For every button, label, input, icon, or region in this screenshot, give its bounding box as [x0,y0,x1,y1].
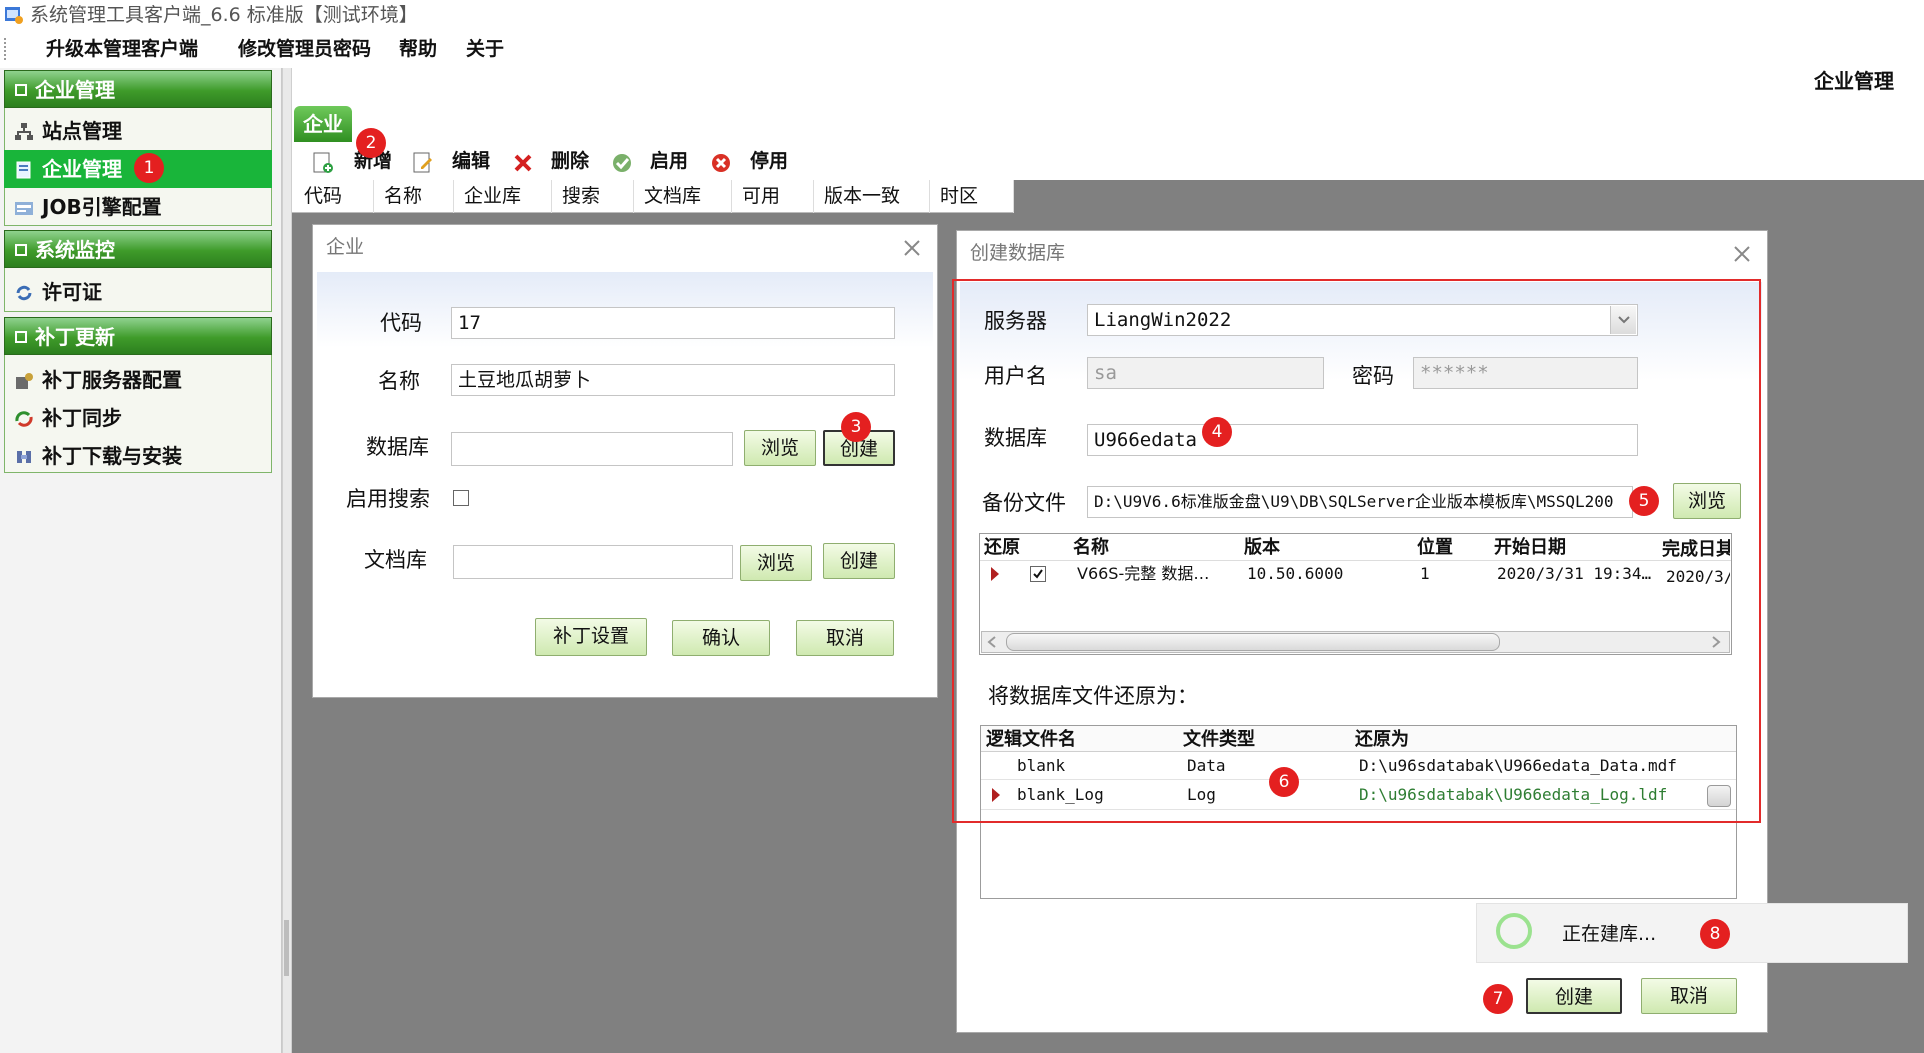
progress-toast [1476,903,1908,963]
sidebar-item-label: 站点管理 [42,119,122,143]
collapse-icon [15,244,27,256]
enterprise-icon [16,161,31,179]
sidebar-group-patch-update[interactable]: 补丁更新 [4,317,272,355]
sidebar-splitter[interactable] [282,68,292,1053]
sidebar-item-patch-download-install[interactable]: 补丁下载与安装 [4,437,272,475]
database-browse-button[interactable]: 浏览 [744,430,816,466]
annotation-badge: 5 [1629,486,1659,516]
toolbar-enable-button[interactable]: 启用 [650,148,688,174]
enterprise-dialog-title: 企业 [326,236,365,258]
doc-library-create-button[interactable]: 创建 [823,543,895,579]
sitemap-icon [15,123,33,140]
doc-library-label: 文档库 [364,548,427,572]
patch-server-icon [16,373,33,389]
app-icon [5,7,23,24]
sidebar-item-patch-sync[interactable]: 补丁同步 [4,399,272,437]
license-icon [16,285,32,301]
sidebar-group-monitoring[interactable]: 系统监控 [4,230,272,268]
collapse-icon [15,331,27,343]
annotation-badge: 4 [1202,417,1232,447]
spinner-icon [1496,913,1532,949]
progress-text: 正在建库... [1562,923,1657,945]
menu-change-admin-password[interactable]: 修改管理员密码 [238,36,371,62]
name-input[interactable]: 土豆地瓜胡萝卜 [451,364,895,396]
sidebar-item-label: 补丁服务器配置 [42,368,182,392]
sidebar-item-label: 补丁同步 [42,406,122,430]
sidebar-item-label: 企业管理 [42,157,122,181]
edit-icon[interactable] [412,150,434,174]
confirm-button[interactable]: 确认 [672,620,770,656]
window-title: 系统管理工具客户端_6.6 标准版【测试环境】 [30,4,418,26]
doc-library-input[interactable] [453,545,733,579]
patch-sync-icon [15,411,33,427]
column-name[interactable]: 名称 [374,180,454,213]
page-title: 企业管理 [1814,69,1894,93]
doc-library-browse-button[interactable]: 浏览 [740,545,812,581]
menu-upgrade-client[interactable]: 升级本管理客户端 [46,36,198,62]
menu-bar: 升级本管理客户端 修改管理员密码 帮助 关于 [0,32,1924,68]
patch-settings-button[interactable]: 补丁设置 [535,618,647,656]
sidebar-group-enterprise[interactable]: 企业管理 [4,70,272,108]
column-doc-library[interactable]: 文档库 [634,180,732,213]
window-title-bar: 系统管理工具客户端_6.6 标准版【测试环境】 [0,0,1924,30]
column-enterprise-db[interactable]: 企业库 [454,180,552,213]
patch-download-icon [17,451,31,463]
annotation-badge: 6 [1269,767,1299,797]
splitter-grip[interactable] [284,920,289,976]
cancel-button[interactable]: 取消 [796,620,894,656]
add-icon[interactable] [312,150,334,174]
column-available[interactable]: 可用 [732,180,814,213]
annotation-badge: 8 [1700,919,1730,949]
sidebar-item-label: 补丁下载与安装 [42,444,182,468]
annotation-badge: 3 [841,412,871,442]
toolbar-edit-button[interactable]: 编辑 [452,148,490,174]
toolbar-disable-button[interactable]: 停用 [750,148,788,174]
disable-icon[interactable] [710,150,732,174]
menu-about[interactable]: 关于 [466,36,504,62]
column-timezone[interactable]: 时区 [930,180,1014,213]
code-input[interactable]: 17 [451,307,895,339]
database-input[interactable] [451,432,733,466]
sidebar-item-patch-server-config[interactable]: 补丁服务器配置 [4,361,272,399]
highlight-box [952,279,1761,823]
collapse-icon [15,84,27,96]
sidebar-item-label: 许可证 [42,280,102,304]
toolbar-delete-button[interactable]: 删除 [551,148,589,174]
close-icon[interactable] [1732,244,1752,264]
menu-grip [4,38,6,60]
sidebar-group-title: 企业管理 [35,78,115,102]
create-database-button[interactable]: 创建 [1526,978,1622,1014]
sidebar-item-license[interactable]: 许可证 [4,273,272,311]
close-icon[interactable] [902,238,922,258]
sidebar-item-job-engine[interactable]: JOB引擎配置 [4,188,272,226]
enable-search-label: 启用搜索 [346,487,430,511]
create-database-title: 创建数据库 [970,242,1066,264]
database-label: 数据库 [366,435,429,459]
enable-search-checkbox[interactable] [453,490,469,506]
annotation-badge: 7 [1483,984,1513,1014]
column-code[interactable]: 代码 [294,180,374,213]
column-search[interactable]: 搜索 [552,180,634,213]
column-version-consistent[interactable]: 版本一致 [814,180,930,213]
name-label: 名称 [378,369,420,393]
sidebar-item-label: JOB引擎配置 [42,195,162,219]
create-database-cancel-button[interactable]: 取消 [1641,978,1737,1014]
sidebar-item-site-management[interactable]: 站点管理 [4,112,272,150]
sidebar-group-title: 系统监控 [35,238,115,262]
menu-help[interactable]: 帮助 [399,36,437,62]
delete-icon[interactable] [512,150,534,174]
enable-icon[interactable] [611,150,633,174]
tab-enterprise[interactable]: 企业 [294,106,352,142]
code-label: 代码 [380,311,422,335]
sidebar-group-title: 补丁更新 [35,325,115,349]
annotation-badge: 2 [356,128,386,158]
annotation-badge: 1 [134,153,164,183]
job-engine-icon [15,202,33,215]
